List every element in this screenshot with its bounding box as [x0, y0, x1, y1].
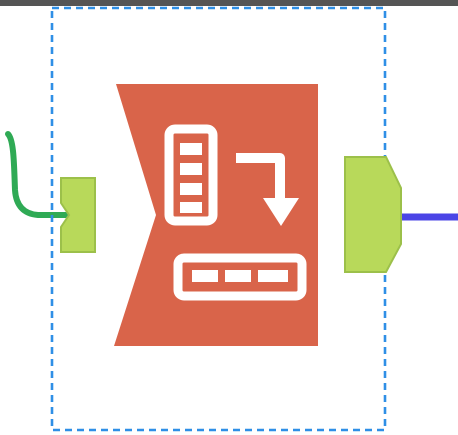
canvas-top-rule — [0, 0, 458, 6]
workflow-canvas[interactable] — [0, 0, 458, 435]
transpose-tool[interactable] — [50, 6, 402, 432]
workflow-canvas-svg — [0, 0, 458, 432]
incoming-connection-line[interactable] — [5, 131, 69, 218]
output-anchor[interactable] — [344, 156, 402, 273]
